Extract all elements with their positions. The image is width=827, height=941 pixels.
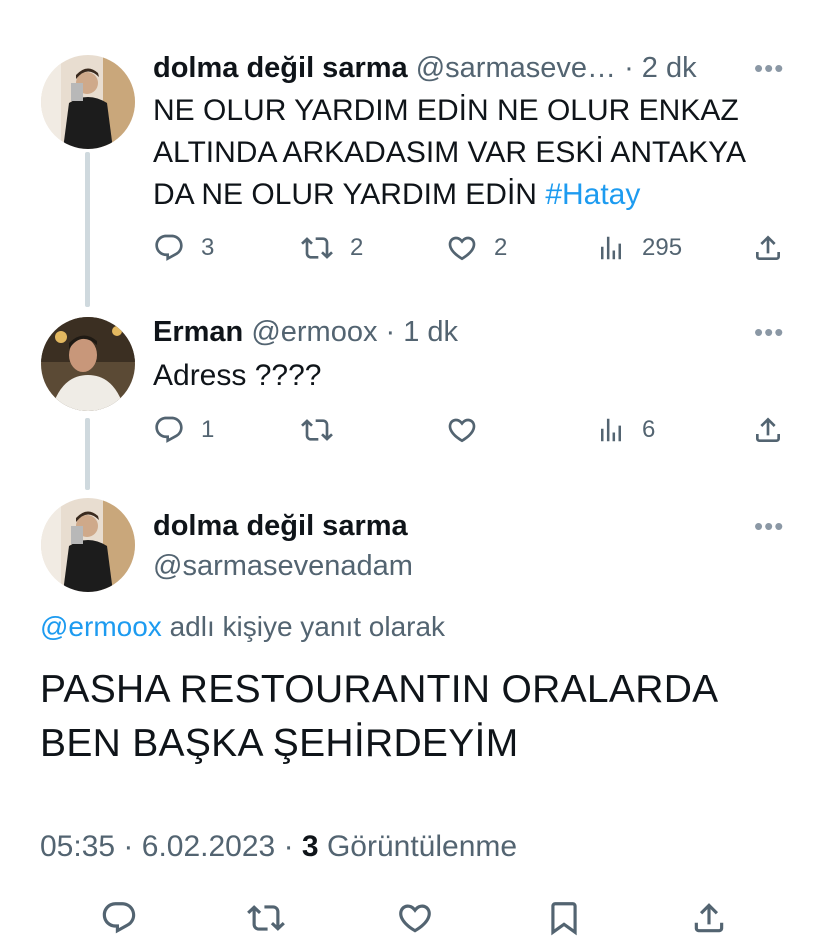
views-icon <box>601 236 621 260</box>
views-icon <box>601 418 621 442</box>
more-icon[interactable]: ••• <box>754 55 784 81</box>
retweet-button[interactable]: 2 <box>300 232 363 264</box>
like-count: 2 <box>494 234 508 261</box>
user-handle[interactable]: @sarmasevenadam <box>153 549 413 583</box>
display-name[interactable]: Erman <box>153 316 243 348</box>
share-icon <box>756 417 780 442</box>
timestamp[interactable]: · 2 dk <box>624 52 697 84</box>
hashtag-link[interactable]: #Hatay <box>545 178 640 211</box>
reply-count: 3 <box>201 234 215 261</box>
views-button[interactable]: 6 <box>596 414 655 446</box>
tweet-line: DA NE OLUR YARDIM EDİN #Hatay <box>153 174 746 216</box>
retweet-icon <box>301 237 333 259</box>
thread-line <box>85 152 90 307</box>
tweet-line: BEN BAŞKA ŞEHİRDEYİM <box>40 722 519 765</box>
avatar[interactable] <box>41 55 135 149</box>
tweet-line: ALTINDA ARKADASIM VAR ESKİ ANTAKYA <box>153 136 746 169</box>
tweet-text: PASHA RESTOURANTIN ORALARDA BEN BAŞKA ŞE… <box>40 663 718 771</box>
retweet-button[interactable] <box>246 899 286 937</box>
retweet-count: 2 <box>350 234 364 261</box>
tweet-header: dolma değil sarma @sarmaseve… · 2 dk <box>153 51 697 85</box>
retweet-button[interactable] <box>300 414 334 446</box>
share-button[interactable] <box>752 414 784 446</box>
reply-button[interactable]: 1 <box>153 414 214 446</box>
reply-button[interactable] <box>100 899 138 937</box>
tweet-line: PASHA RESTOURANTIN ORALARDA <box>40 668 719 711</box>
avatar[interactable] <box>41 317 135 411</box>
reply-icon <box>102 902 136 934</box>
bookmark-icon <box>551 902 577 936</box>
tweet-header: Erman @ermoox · 1 dk <box>153 315 458 349</box>
share-button[interactable] <box>690 899 728 937</box>
tweet-line: NE OLUR YARDIM EDİN NE OLUR ENKAZ <box>153 94 739 127</box>
share-icon <box>694 903 724 933</box>
separator: · <box>283 830 294 863</box>
tweet-text: NE OLUR YARDIM EDİN NE OLUR ENKAZ ALTIND… <box>153 90 746 216</box>
reply-icon <box>155 234 183 261</box>
views-count: 6 <box>642 416 656 443</box>
tweet-text: Adress ???? <box>153 359 322 392</box>
thread-line <box>85 418 90 490</box>
reply-count: 1 <box>201 416 215 443</box>
tweet-date[interactable]: 6.02.2023 <box>142 830 275 863</box>
user-handle[interactable]: @ermoox <box>251 316 377 348</box>
like-button[interactable] <box>446 414 478 446</box>
more-icon[interactable]: ••• <box>754 513 784 539</box>
tweet-time[interactable]: 05:35 <box>40 830 115 863</box>
display-name[interactable]: dolma değil sarma <box>153 509 408 543</box>
tweet-line-text: DA NE OLUR YARDIM EDİN <box>153 178 546 211</box>
tweet-meta: 05:35 · 6.02.2023 · 3 Görüntülenme <box>40 829 517 865</box>
share-button[interactable] <box>752 232 784 264</box>
separator: · <box>123 830 134 863</box>
more-icon[interactable]: ••• <box>754 319 784 345</box>
like-icon <box>448 418 476 443</box>
views-label: Görüntülenme <box>326 830 518 863</box>
retweet-icon <box>301 419 333 441</box>
like-icon <box>399 904 431 933</box>
views-button[interactable]: 295 <box>596 232 682 264</box>
reply-to-label: adlı kişiye yanıt olarak <box>161 611 446 642</box>
user-handle[interactable]: @sarmaseve… <box>416 52 616 84</box>
like-icon <box>448 236 476 261</box>
reply-context: @ermoox adlı kişiye yanıt olarak <box>40 610 445 644</box>
avatar[interactable] <box>41 498 135 592</box>
share-icon <box>756 235 780 260</box>
timestamp[interactable]: · 1 dk <box>386 316 459 348</box>
views-count: 295 <box>642 234 683 261</box>
reply-button[interactable]: 3 <box>153 232 214 264</box>
display-name[interactable]: dolma değil sarma <box>153 52 408 84</box>
like-button[interactable] <box>396 899 434 937</box>
reply-icon <box>155 416 183 443</box>
reply-to-link[interactable]: @ermoox <box>40 611 162 642</box>
bookmark-button[interactable] <box>545 899 583 937</box>
views-count: 3 <box>301 830 319 863</box>
retweet-icon <box>247 905 285 931</box>
like-button[interactable]: 2 <box>446 232 507 264</box>
